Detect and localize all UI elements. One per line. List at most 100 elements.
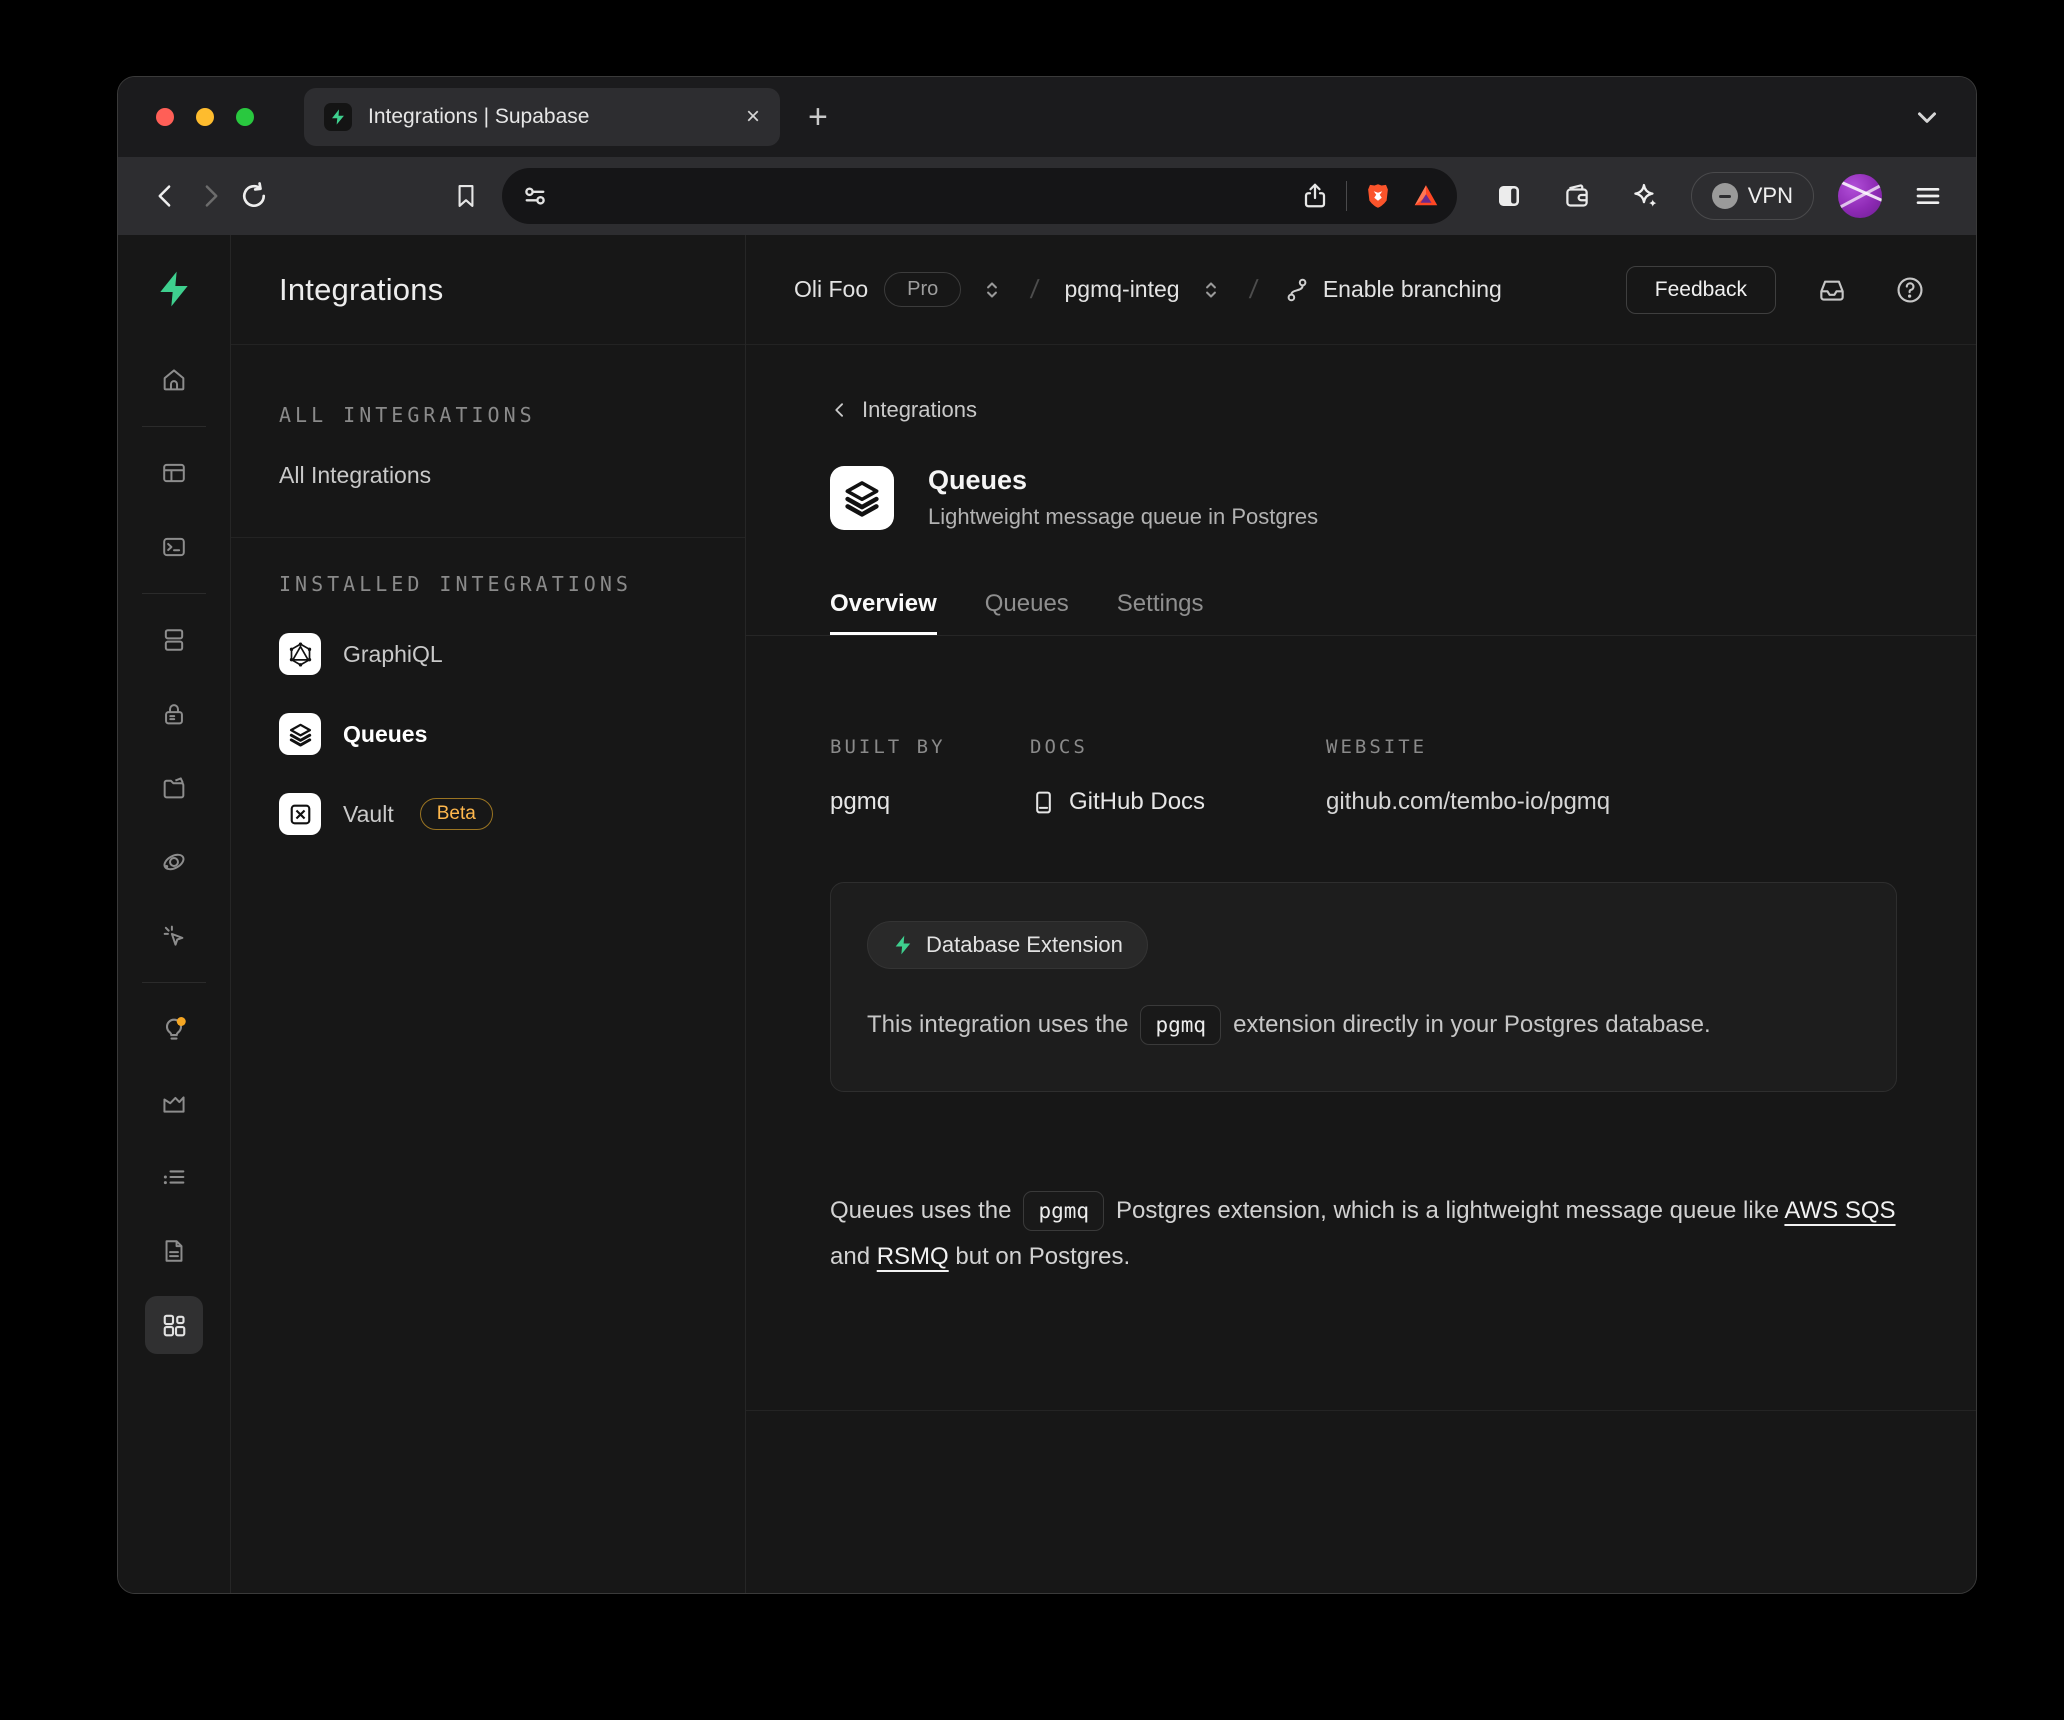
sidebar-item-advisors[interactable] [118, 992, 230, 1066]
feedback-button[interactable]: Feedback [1626, 266, 1776, 314]
browser-window: Integrations | Supabase × + [117, 76, 1977, 1594]
sidebar-item-authentication[interactable] [118, 677, 230, 751]
sidebar-item-integrations[interactable] [118, 1288, 230, 1362]
queues-icon [279, 713, 321, 755]
vpn-status-icon [1712, 183, 1738, 209]
plan-badge: Pro [884, 272, 961, 307]
breadcrumb-separator: / [1247, 274, 1259, 305]
zoom-window-button[interactable] [236, 108, 254, 126]
sidebar-item-table-editor[interactable] [118, 436, 230, 510]
browser-toolbar: VPN [118, 157, 1976, 235]
docs-label: DOCS [1030, 736, 1326, 758]
browser-tab[interactable]: Integrations | Supabase × [304, 88, 780, 146]
help-icon[interactable] [1888, 268, 1932, 312]
enable-branching-label: Enable branching [1323, 276, 1502, 303]
sidebar-item-realtime[interactable] [118, 899, 230, 973]
forward-button[interactable] [188, 174, 232, 218]
tab-search-chevron-icon[interactable] [1912, 102, 1942, 132]
back-link-label: Integrations [862, 397, 977, 423]
graphiql-icon [279, 633, 321, 675]
supabase-bolt-icon [892, 934, 914, 956]
database-extension-card: Database Extension This integration uses… [830, 882, 1897, 1092]
sidebar-toggle-icon[interactable] [1487, 174, 1531, 218]
project-name[interactable]: pgmq-integ [1065, 276, 1180, 303]
supabase-logo-icon[interactable] [118, 235, 230, 343]
sidebar-item-all-integrations[interactable]: All Integrations [279, 443, 717, 507]
website-link[interactable]: github.com/tembo-io/pgmq [1326, 788, 1610, 816]
overview-paragraph: Queues uses thepgmqPostgres extension, w… [830, 1188, 1910, 1280]
sidebar-item-api-docs[interactable] [118, 1214, 230, 1288]
rail-divider [142, 982, 206, 983]
graphiql-label: GraphiQL [343, 641, 443, 668]
project-selector-chevrons-icon[interactable] [1198, 277, 1224, 303]
urlbar-separator [1346, 181, 1347, 211]
tab-settings[interactable]: Settings [1117, 590, 1204, 635]
integrations-panel: Integrations ALL INTEGRATIONS All Integr… [231, 235, 746, 1593]
sidebar-item-queues[interactable]: Queues [279, 702, 717, 766]
enable-branching-button[interactable]: Enable branching [1283, 276, 1502, 304]
integration-detail-content: Integrations Queues Lightweight message … [746, 345, 1976, 1593]
database-extension-badge: Database Extension [867, 921, 1148, 969]
profile-avatar[interactable] [1838, 174, 1882, 218]
sidebar-item-home[interactable] [118, 343, 230, 417]
share-icon[interactable] [1300, 181, 1330, 211]
sidebar-item-storage[interactable] [118, 751, 230, 825]
tab-queues[interactable]: Queues [985, 590, 1069, 635]
aws-sqs-link[interactable]: AWS SQS [1784, 1197, 1895, 1224]
rsmq-link[interactable]: RSMQ [877, 1243, 949, 1270]
reload-button[interactable] [232, 174, 276, 218]
breadcrumb-separator: / [1029, 274, 1041, 305]
vault-icon [279, 793, 321, 835]
sidebar-item-database[interactable] [118, 603, 230, 677]
github-docs-link[interactable]: GitHub Docs [1030, 788, 1326, 816]
integrations-active-highlight [145, 1296, 203, 1354]
tab-close-icon[interactable]: × [746, 105, 760, 129]
back-button[interactable] [144, 174, 188, 218]
bat-rewards-icon[interactable] [1411, 181, 1441, 211]
sidebar-item-vault[interactable]: Vault Beta [279, 782, 717, 846]
back-to-integrations-link[interactable]: Integrations [830, 397, 977, 423]
integration-title: Queues [928, 465, 1318, 496]
para-part-4: but on Postgres. [955, 1243, 1130, 1270]
card-text-after: extension directly in your Postgres data… [1233, 1011, 1711, 1038]
close-window-button[interactable] [156, 108, 174, 126]
vault-label: Vault [343, 801, 394, 828]
vault-beta-badge: Beta [420, 798, 493, 830]
all-integrations-label: All Integrations [279, 462, 431, 489]
inbox-icon[interactable] [1810, 268, 1854, 312]
url-bar[interactable] [502, 168, 1457, 224]
para-part-3: and [830, 1243, 870, 1270]
chevron-left-icon [830, 400, 850, 420]
para-part-2: Postgres extension, which is a lightweig… [1116, 1197, 1779, 1224]
sidebar-item-logs[interactable] [118, 1140, 230, 1214]
brave-shield-icon[interactable] [1363, 181, 1393, 211]
queues-label: Queues [343, 721, 427, 748]
wallet-icon[interactable] [1555, 174, 1599, 218]
pgmq-code-chip: pgmq [1140, 1005, 1221, 1045]
website-label: WEBSITE [1326, 736, 1610, 758]
sidebar-item-edge-functions[interactable] [118, 825, 230, 899]
book-icon [1030, 789, 1057, 816]
menu-icon[interactable] [1906, 174, 1950, 218]
sidebar-item-graphiql[interactable]: GraphiQL [279, 622, 717, 686]
sidebar-item-sql-editor[interactable] [118, 510, 230, 584]
org-selector-chevrons-icon[interactable] [979, 277, 1005, 303]
vpn-label: VPN [1748, 183, 1793, 209]
tune-icon[interactable] [520, 181, 550, 211]
main-area: Oli Foo Pro / pgmq-integ / Enable branch… [746, 235, 1976, 1593]
panel-header: Integrations [231, 235, 745, 345]
integration-description: Lightweight message queue in Postgres [928, 504, 1318, 530]
traffic-lights [156, 108, 254, 126]
bookmark-icon[interactable] [444, 174, 488, 218]
minimize-window-button[interactable] [196, 108, 214, 126]
git-branch-icon [1283, 276, 1311, 304]
tab-overview[interactable]: Overview [830, 590, 937, 635]
sidebar-item-reports[interactable] [118, 1066, 230, 1140]
new-tab-button[interactable]: + [808, 100, 828, 134]
built-by-label: BUILT BY [830, 736, 1030, 758]
vpn-button[interactable]: VPN [1691, 172, 1814, 220]
pgmq-code-chip: pgmq [1023, 1191, 1104, 1231]
leo-ai-sparkles-icon[interactable] [1623, 174, 1667, 218]
org-name[interactable]: Oli Foo [794, 276, 868, 303]
supabase-favicon-icon [324, 103, 352, 131]
